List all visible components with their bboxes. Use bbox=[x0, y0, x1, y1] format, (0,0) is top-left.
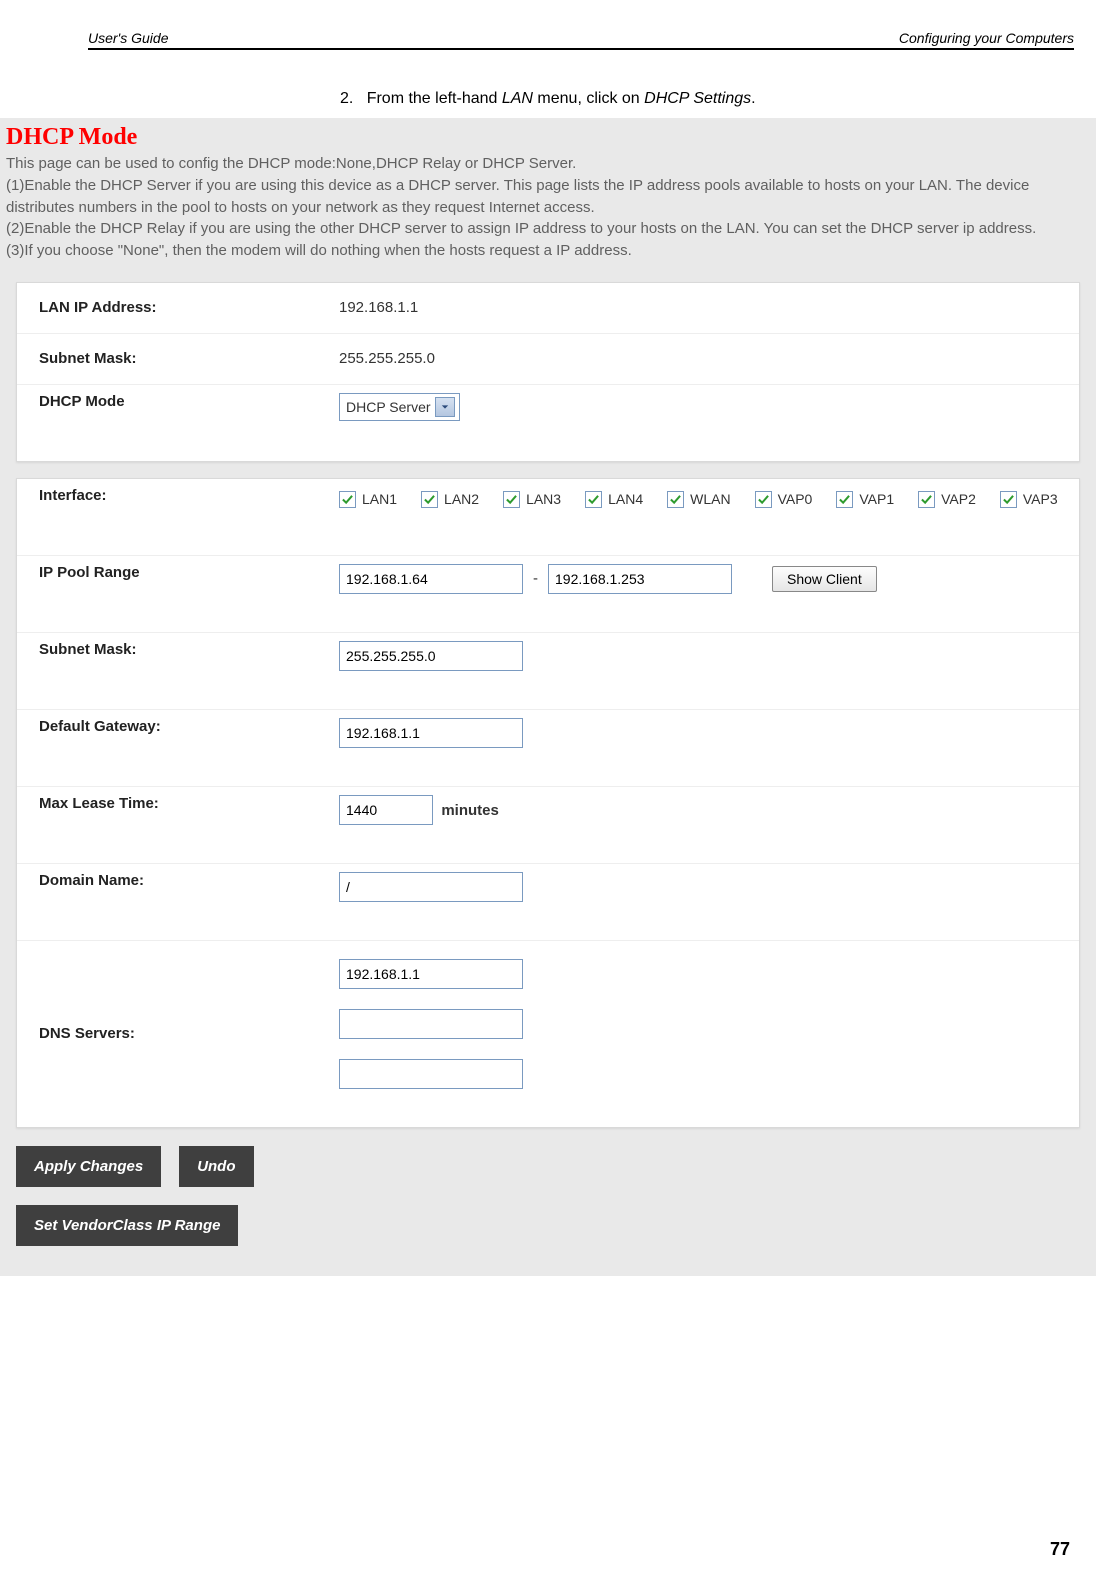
max-lease-input[interactable] bbox=[339, 795, 433, 825]
header-left: User's Guide bbox=[88, 30, 168, 46]
interface-checkbox-label: VAP3 bbox=[1023, 491, 1058, 507]
max-lease-label: Max Lease Time: bbox=[17, 795, 339, 812]
interface-checkbox-wlan[interactable]: WLAN bbox=[667, 491, 730, 508]
subnet-mask-value: 255.255.255.0 bbox=[339, 350, 1079, 367]
step-instruction: 2. From the left-hand LAN menu, click on… bbox=[340, 90, 1096, 108]
header-right: Configuring your Computers bbox=[899, 30, 1074, 46]
interface-checkbox-vap2[interactable]: VAP2 bbox=[918, 491, 976, 508]
interface-checkbox-vap0[interactable]: VAP0 bbox=[755, 491, 813, 508]
dns-server-3-input[interactable] bbox=[339, 1059, 523, 1089]
check-icon bbox=[836, 491, 853, 508]
subnet-mask-label-2: Subnet Mask: bbox=[17, 641, 339, 658]
default-gateway-input[interactable] bbox=[339, 718, 523, 748]
check-icon bbox=[503, 491, 520, 508]
interface-checkbox-lan1[interactable]: LAN1 bbox=[339, 491, 397, 508]
interface-checkbox-vap3[interactable]: VAP3 bbox=[1000, 491, 1058, 508]
domain-name-input[interactable] bbox=[339, 872, 523, 902]
default-gateway-label: Default Gateway: bbox=[17, 718, 339, 735]
set-vendorclass-button[interactable]: Set VendorClass IP Range bbox=[16, 1205, 238, 1246]
dhcp-mode-select[interactable]: DHCP Server bbox=[339, 393, 460, 421]
check-icon bbox=[755, 491, 772, 508]
check-icon bbox=[585, 491, 602, 508]
step-number: 2. bbox=[340, 90, 353, 107]
interface-checkbox-label: WLAN bbox=[690, 491, 730, 507]
lan-ip-value: 192.168.1.1 bbox=[339, 299, 1079, 316]
screenshot-region: DHCP Mode This page can be used to confi… bbox=[0, 118, 1096, 1276]
interface-label: Interface: bbox=[17, 487, 339, 504]
show-client-button[interactable]: Show Client bbox=[772, 566, 877, 592]
step-text-b: menu, click on bbox=[533, 90, 644, 107]
interface-checkbox-label: LAN2 bbox=[444, 491, 479, 507]
interface-checkbox-lan3[interactable]: LAN3 bbox=[503, 491, 561, 508]
check-icon bbox=[1000, 491, 1017, 508]
check-icon bbox=[667, 491, 684, 508]
check-icon bbox=[918, 491, 935, 508]
subnet-mask-label: Subnet Mask: bbox=[17, 350, 339, 367]
undo-button[interactable]: Undo bbox=[179, 1146, 253, 1187]
interface-checkbox-label: LAN1 bbox=[362, 491, 397, 507]
pool-dash: - bbox=[533, 570, 538, 587]
interface-checkbox-lan4[interactable]: LAN4 bbox=[585, 491, 643, 508]
interface-checkbox-label: VAP1 bbox=[859, 491, 894, 507]
chevron-down-icon bbox=[435, 397, 455, 417]
panel-basic: LAN IP Address: 192.168.1.1 Subnet Mask:… bbox=[16, 282, 1080, 462]
domain-name-label: Domain Name: bbox=[17, 872, 339, 889]
dhcp-mode-select-value: DHCP Server bbox=[346, 399, 431, 415]
ip-pool-start-input[interactable] bbox=[339, 564, 523, 594]
page-title: DHCP Mode bbox=[0, 124, 1096, 153]
dhcp-mode-label: DHCP Mode bbox=[17, 393, 339, 410]
dns-servers-label: DNS Servers: bbox=[17, 1025, 339, 1042]
ip-pool-end-input[interactable] bbox=[548, 564, 732, 594]
interface-checkbox-label: VAP2 bbox=[941, 491, 976, 507]
step-text-c: . bbox=[751, 90, 755, 107]
intro-text: This page can be used to config the DHCP… bbox=[0, 153, 1096, 282]
interface-checkbox-label: VAP0 bbox=[778, 491, 813, 507]
ip-pool-label: IP Pool Range bbox=[17, 564, 339, 581]
subnet-mask-input[interactable] bbox=[339, 641, 523, 671]
interface-checkbox-label: LAN4 bbox=[608, 491, 643, 507]
page-number: 77 bbox=[1050, 1539, 1070, 1560]
intro-line-2: (1)Enable the DHCP Server if you are usi… bbox=[6, 175, 1090, 219]
interface-checkbox-lan2[interactable]: LAN2 bbox=[421, 491, 479, 508]
step-em-lan: LAN bbox=[502, 90, 533, 107]
apply-changes-button[interactable]: Apply Changes bbox=[16, 1146, 161, 1187]
lan-ip-label: LAN IP Address: bbox=[17, 299, 339, 316]
interface-checkbox-label: LAN3 bbox=[526, 491, 561, 507]
step-text-a: From the left-hand bbox=[367, 90, 502, 107]
check-icon bbox=[339, 491, 356, 508]
intro-line-1: This page can be used to config the DHCP… bbox=[6, 153, 1090, 175]
dns-server-1-input[interactable] bbox=[339, 959, 523, 989]
intro-line-3: (2)Enable the DHCP Relay if you are usin… bbox=[6, 218, 1090, 240]
lease-unit: minutes bbox=[441, 802, 499, 819]
panel-dhcp-server: Interface: LAN1 LAN2 LAN3 LAN4 WLAN VAP0 VAP1 V… bbox=[16, 478, 1080, 1128]
step-em-dhcp: DHCP Settings bbox=[644, 90, 751, 107]
dns-server-2-input[interactable] bbox=[339, 1009, 523, 1039]
header-rule bbox=[88, 48, 1074, 50]
check-icon bbox=[421, 491, 438, 508]
intro-line-4: (3)If you choose "None", then the modem … bbox=[6, 240, 1090, 262]
interface-checkbox-vap1[interactable]: VAP1 bbox=[836, 491, 894, 508]
